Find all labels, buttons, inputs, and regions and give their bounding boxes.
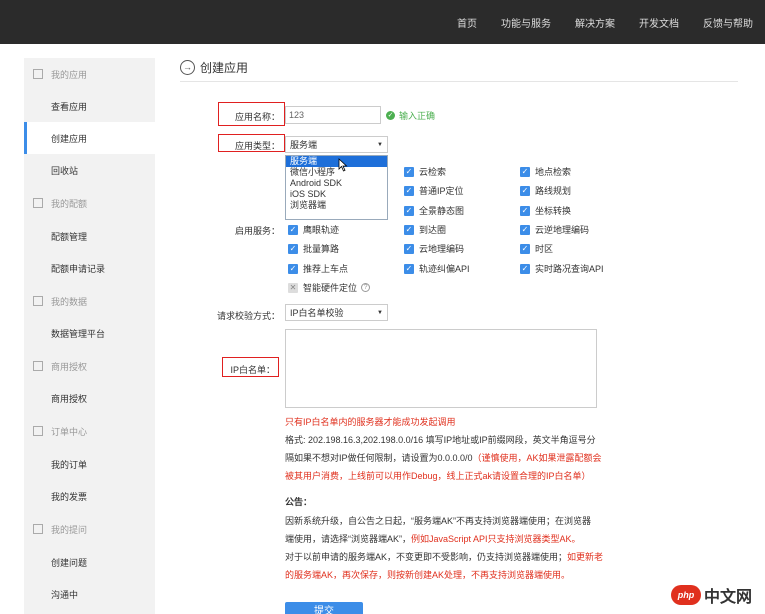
caret-down-icon: ▼ — [377, 309, 383, 316]
mouse-cursor-icon — [338, 158, 348, 172]
check-icon: ✓ — [404, 185, 414, 196]
ip-whitelist-label: IP白名单： — [230, 365, 275, 375]
check-icon: ✓ — [404, 224, 414, 235]
nav-home[interactable]: 首页 — [457, 15, 477, 30]
check-icon: ✓ — [404, 243, 414, 254]
arrow-right-icon: → — [180, 60, 195, 75]
check-icon: ✓ — [288, 224, 298, 235]
check-icon: ✓ — [288, 263, 298, 274]
sidebar-head-my-apps: 我的应用 — [24, 58, 155, 90]
app-type-label: 应用类型： — [234, 141, 280, 151]
sidebar-head-questions: 我的提问 — [24, 513, 155, 545]
check-icon: ✓ — [520, 166, 530, 177]
nav-help[interactable]: 反馈与帮助 — [703, 15, 753, 30]
sidebar-item-commercial[interactable]: 商用授权 — [24, 382, 155, 414]
app-name-input[interactable]: 123 — [285, 106, 381, 124]
check-icon: ✓ — [404, 263, 414, 274]
option-browser[interactable]: 浏览器端 — [286, 200, 387, 211]
sidebar-head-my-quota: 我的配额 — [24, 187, 155, 219]
page-title: 创建应用 — [200, 61, 249, 75]
sidebar-head-my-data: 我的数据 — [24, 285, 155, 317]
sidebar-item-view-apps[interactable]: 查看应用 — [24, 90, 155, 122]
app-name-label: 应用名称： — [234, 112, 280, 122]
checkbox-smart-hardware: ✕ 智能硬件定位? — [288, 281, 371, 294]
check-icon: ✓ — [520, 243, 530, 254]
check-icon: ✓ — [404, 205, 414, 216]
check-icon: ✓ — [288, 243, 298, 254]
help-icon[interactable]: ? — [361, 283, 371, 292]
cross-icon: ✕ — [288, 282, 298, 293]
check-icon: ✓ — [520, 185, 530, 196]
checkbox-cloud-search[interactable]: ✓ 云检索 — [404, 165, 446, 178]
db-icon — [33, 296, 43, 306]
check-icon: ✓ — [404, 166, 414, 177]
check-circle-icon: ✓ — [386, 111, 395, 120]
sidebar-item-quota-records[interactable]: 配额申请记录 — [24, 252, 155, 284]
option-ios-sdk[interactable]: iOS SDK — [286, 189, 387, 200]
grid-icon — [33, 69, 43, 79]
chat-icon — [33, 524, 43, 534]
check-icon: ✓ — [520, 205, 530, 216]
nav-docs[interactable]: 开发文档 — [639, 15, 679, 30]
watermark: php 中文网 — [671, 583, 752, 607]
sidebar-item-my-orders[interactable]: 我的订单 — [24, 448, 155, 480]
sidebar-item-create-app[interactable]: 创建应用 — [24, 122, 155, 154]
caret-down-icon: ▼ — [377, 141, 383, 148]
option-server[interactable]: 服务端 — [286, 156, 387, 167]
list-icon — [33, 426, 43, 436]
checkbox-track-correct[interactable]: ✓ 轨迹纠偏API — [404, 262, 470, 275]
sidebar-item-my-invoices[interactable]: 我的发票 — [24, 480, 155, 512]
check-icon: ✓ — [520, 263, 530, 274]
checkbox-route-planning[interactable]: ✓ 路线规划 — [520, 184, 571, 197]
sidebar-item-data-platform[interactable]: 数据管理平台 — [24, 317, 155, 349]
checkbox-traffic-api[interactable]: ✓ 实时路况查询API — [520, 262, 604, 275]
option-wechat-mini[interactable]: 微信小程序 — [286, 167, 387, 178]
check-icon: ✓ — [520, 224, 530, 235]
top-nav: 首页 功能与服务 解决方案 开发文档 反馈与帮助 — [433, 0, 753, 44]
sidebar-head-commercial: 商用授权 — [24, 350, 155, 382]
top-nav-bar: 首页 功能与服务 解决方案 开发文档 反馈与帮助 — [0, 0, 765, 44]
sidebar-item-recycle-bin[interactable]: 回收站 — [24, 154, 155, 186]
notice-text: 因新系统升级，自公告之日起，“服务端AK”不再支持浏览器端使用；在浏览器 端使用… — [285, 516, 604, 580]
page-header: → 创建应用 — [180, 60, 738, 82]
sidebar-item-create-question[interactable]: 创建问题 — [24, 546, 155, 578]
lock-icon — [33, 361, 43, 371]
checkbox-pickup-point[interactable]: ✓ 推荐上车点 — [288, 262, 348, 275]
sidebar: 我的应用 查看应用 创建应用 回收站 我的配额 配额管理 配额申请记录 我的数据… — [24, 58, 155, 614]
checkbox-place-search[interactable]: ✓ 地点检索 — [520, 165, 571, 178]
ip-whitelist-textarea[interactable] — [285, 329, 597, 408]
checkbox-coord-convert[interactable]: ✓ 坐标转换 — [520, 204, 571, 217]
checkbox-cloud-geocode[interactable]: ✓ 云地理编码 — [404, 242, 464, 255]
app-type-select[interactable]: 服务端 ▼ — [285, 136, 388, 153]
checkbox-cloud-reverse-geocode[interactable]: ✓ 云逆地理编码 — [520, 223, 589, 236]
notice-title: 公告： — [285, 497, 313, 507]
checkbox-batch-route[interactable]: ✓ 批量算路 — [288, 242, 339, 255]
sidebar-item-quota-manage[interactable]: 配额管理 — [24, 220, 155, 252]
checkbox-timezone[interactable]: ✓ 时区 — [520, 242, 553, 255]
nav-solutions[interactable]: 解决方案 — [575, 15, 615, 30]
sidebar-head-orders: 订单中心 — [24, 415, 155, 447]
watermark-text: 中文网 — [704, 589, 753, 606]
nav-features[interactable]: 功能与服务 — [501, 15, 551, 30]
ip-note: 只有IP白名单内的服务器才能成功发起调用 — [285, 417, 456, 427]
php-logo: php — [671, 585, 701, 605]
sidebar-item-in-progress[interactable]: 沟通中 — [24, 578, 155, 610]
list-icon — [33, 198, 43, 208]
services-label: 启用服务： — [234, 226, 280, 236]
verify-method-label: 请求校验方式： — [216, 311, 280, 321]
validation-ok: ✓ 输入正确 — [386, 111, 436, 121]
verify-method-select[interactable]: IP白名单校验 ▼ — [285, 304, 388, 321]
app-type-dropdown: 服务端 微信小程序 Android SDK iOS SDK 浏览器端 — [285, 155, 388, 220]
checkbox-eagle-eye[interactable]: ✓ 鹰眼轨迹 — [288, 223, 339, 236]
checkbox-reach-circle[interactable]: ✓ 到达圈 — [404, 223, 446, 236]
option-android-sdk[interactable]: Android SDK — [286, 178, 387, 189]
checkbox-panorama-static[interactable]: ✓ 全景静态图 — [404, 204, 464, 217]
submit-button[interactable]: 提交 — [285, 602, 363, 614]
checkbox-ip-location[interactable]: ✓ 普通IP定位 — [404, 184, 464, 197]
format-description: 格式: 202.198.16.3,202.198.0.0/16 填写IP地址或I… — [285, 435, 602, 481]
